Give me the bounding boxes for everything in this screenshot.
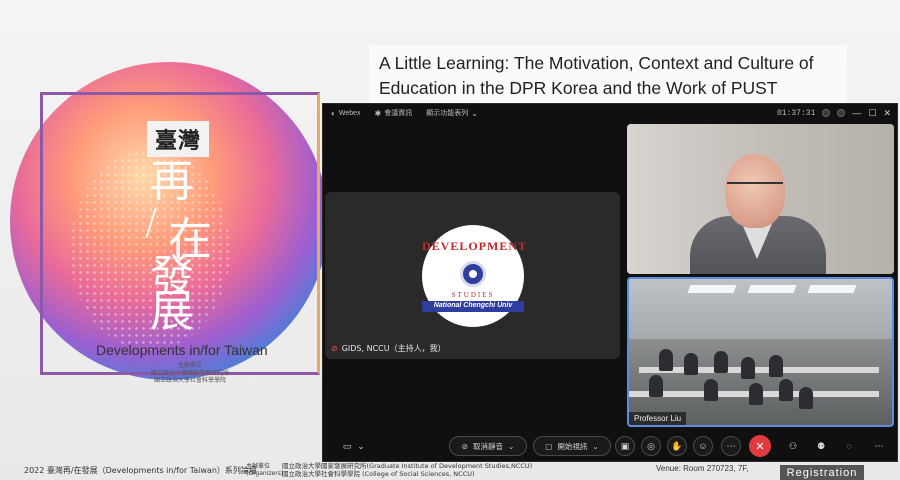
student — [741, 357, 755, 379]
minimize-icon[interactable]: — — [852, 108, 861, 118]
close-icon[interactable]: ✕ — [883, 108, 891, 118]
more-options-icon[interactable]: ⋯ — [721, 436, 741, 456]
maximize-icon[interactable]: ☐ — [868, 108, 876, 118]
chevron-down-icon: ⌄ — [471, 108, 478, 118]
meeting-timer: 01:37:31 — [776, 108, 816, 118]
meeting-info-menu[interactable]: ✱ 會議資訊 — [375, 108, 413, 118]
info-icon: ✱ — [374, 108, 382, 118]
development-studies-logo: DEVELOPMENT STUDIES National Chengchi Un… — [422, 225, 528, 327]
webex-meeting-window: ◐ Webex ✱ 會議資訊 顯示功能表列 ⌄ 01:37:31 — ☐ ✕ D… — [322, 103, 898, 462]
end-call-button[interactable]: ✕ — [749, 435, 771, 457]
logo-top-text: DEVELOPMENT — [422, 239, 528, 253]
camera-off-icon: ▢ — [545, 441, 553, 451]
record-icon[interactable]: ◎ — [641, 436, 661, 456]
classroom-video-tile[interactable]: Professor Liu — [627, 277, 894, 427]
chevron-down-icon: ⌄ — [508, 441, 515, 451]
unmute-button[interactable]: ⊘ 取消靜音 ⌄ — [449, 436, 527, 456]
organizers-label: 主辦單位 (Organizers) — [246, 463, 284, 478]
layout-status-icon[interactable] — [837, 109, 846, 117]
meeting-control-bar: ▭ ⌄ ⊘ 取消靜音 ⌄ ▢ 開始視訊 ⌄ ▣ ◎ ✋ ☺ ⋯ ✕ ⚇ ⚉ ◌ … — [323, 434, 897, 458]
ceiling-light — [807, 285, 857, 293]
add-participant-icon[interactable]: ⚉ — [813, 436, 829, 456]
show-menu-bar-menu[interactable]: 顯示功能表列 ⌄ — [426, 108, 478, 118]
student — [779, 379, 793, 401]
poster-organizers: 主辦單位 國立政治大學國家發展研究所 國立政治大學社會科學學院 — [150, 362, 229, 384]
start-video-button[interactable]: ▢ 開始視訊 ⌄ — [533, 436, 611, 456]
venue-text: Venue: Room 270723, 7F, — [656, 464, 749, 473]
poster-char-1: 再 — [150, 156, 194, 207]
student — [714, 351, 728, 373]
student — [684, 353, 698, 375]
nccu-emblem-icon — [460, 261, 486, 287]
ceiling-light — [687, 285, 737, 293]
chevron-down-icon: ⌄ — [592, 441, 599, 451]
series-name: 2022 臺灣再/在發展（Developments in/for Taiwan）… — [24, 466, 257, 475]
participant-name-label: Professor Liu — [629, 412, 687, 425]
raise-hand-icon[interactable]: ✋ — [667, 436, 687, 456]
classroom-ceiling — [629, 279, 892, 339]
speaker-glasses — [727, 182, 783, 192]
recording-status-icon[interactable] — [822, 109, 831, 117]
student — [799, 387, 813, 409]
poster-char-slash: / — [145, 202, 158, 243]
host-video-tile[interactable]: DEVELOPMENT STUDIES National Chengchi Un… — [325, 192, 620, 359]
logo-studies-text: STUDIES — [451, 291, 495, 299]
organizers-list: 國立政治大學國家發展研究所(Graduate Institute of Deve… — [282, 462, 533, 479]
logo-bottom-text: National Chengchi Univ — [433, 302, 513, 309]
speaker-video-tile[interactable] — [627, 124, 894, 274]
student — [649, 375, 663, 397]
registration-button[interactable]: Registration — [780, 465, 864, 480]
student — [659, 349, 673, 371]
poster-subtitle: Developments in/for Taiwan — [96, 342, 268, 358]
ceiling-light — [747, 285, 797, 293]
poster-title-box: 臺灣 — [147, 121, 210, 157]
window-titlebar: ◐ Webex ✱ 會議資訊 顯示功能表列 ⌄ 01:37:31 — ☐ ✕ — [323, 104, 897, 122]
chat-bubble-icon[interactable]: ◌ — [841, 436, 857, 456]
student — [769, 355, 783, 377]
poster-footer: 2022 臺灣再/在發展（Developments in/for Taiwan）… — [0, 462, 900, 480]
microphone-muted-icon: ⊘ — [461, 441, 468, 451]
share-screen-icon[interactable]: ▣ — [615, 436, 635, 456]
participants-icon[interactable]: ⚇ — [785, 436, 801, 456]
chevron-down-icon[interactable]: ⌄ — [353, 436, 369, 456]
student — [749, 383, 763, 405]
talk-title: A Little Learning: The Motivation, Conte… — [369, 45, 847, 105]
host-name-label: ⊘ GIDS, NCCU（主持人，我） — [331, 344, 446, 353]
more-icon[interactable]: ⋯ — [871, 436, 887, 456]
classroom-desk — [639, 367, 879, 373]
poster-char-4: 展 — [150, 286, 194, 337]
student — [704, 379, 718, 401]
reactions-icon[interactable]: ☺ — [693, 436, 713, 456]
webex-app-label: ◐ Webex — [331, 108, 361, 118]
titlebar-right: 01:37:31 — ☐ ✕ — [777, 104, 891, 122]
microphone-muted-icon: ⊘ — [331, 344, 338, 353]
webex-logo-icon: ◐ — [331, 108, 336, 118]
